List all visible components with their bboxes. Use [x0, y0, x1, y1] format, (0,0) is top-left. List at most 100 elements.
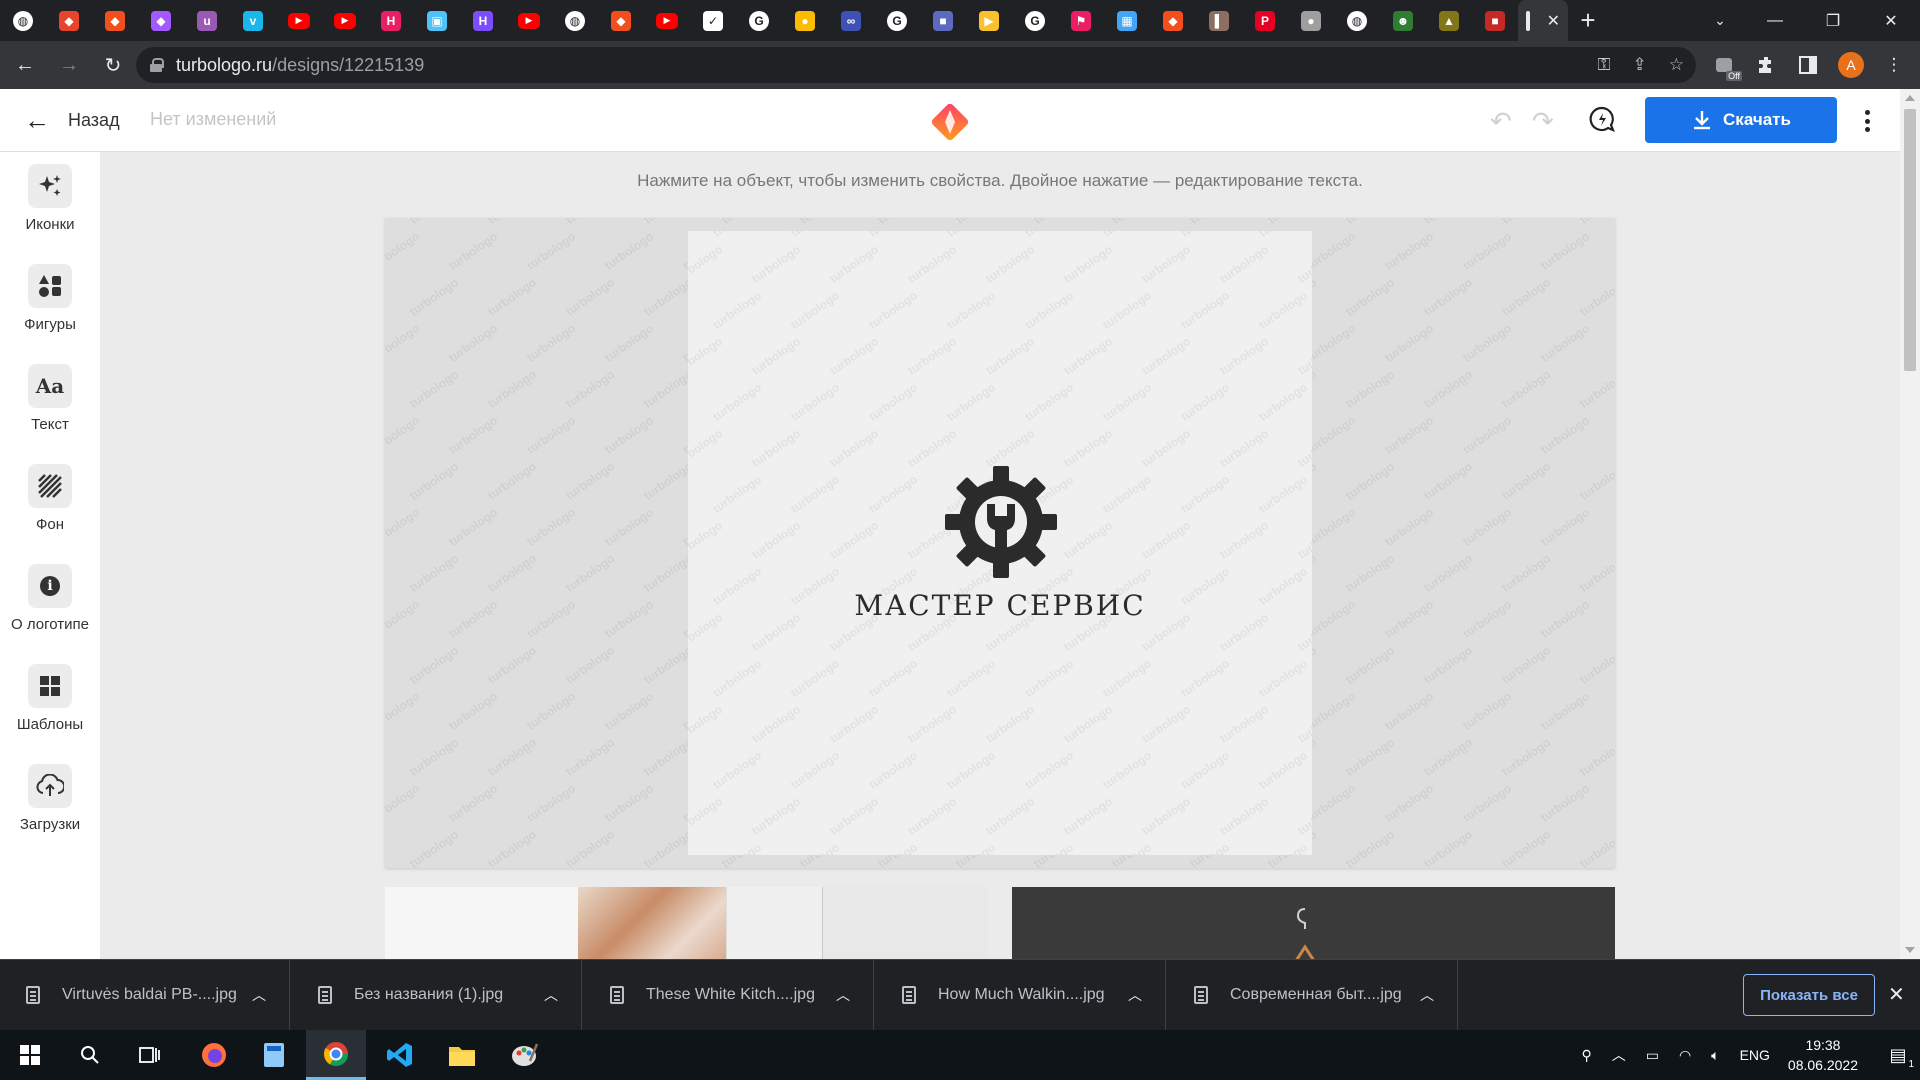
file-explorer-icon[interactable] [432, 1030, 492, 1080]
browser-tab[interactable]: v [230, 0, 276, 41]
share-icon[interactable]: ⇪ [1633, 55, 1647, 75]
close-shelf-icon[interactable]: ✕ [1888, 982, 1905, 1007]
chevron-up-icon[interactable]: ︿ [1128, 985, 1142, 1005]
browser-tab[interactable]: H [460, 0, 506, 41]
restore-icon[interactable]: ❐ [1804, 0, 1862, 41]
sidebar-item-uploads[interactable]: Загрузки [0, 764, 100, 854]
key-icon[interactable]: ⚿ [1598, 55, 1611, 75]
windows-start-icon[interactable] [0, 1030, 60, 1080]
puzzle-icon[interactable] [1754, 53, 1778, 77]
download-item[interactable]: Без названия (1).jpg ︿ [292, 960, 582, 1030]
close-tab-icon[interactable]: ✕ [1547, 11, 1560, 31]
download-item[interactable]: These White Kitch....jpg ︿ [584, 960, 874, 1030]
clock[interactable]: 19:38 08.06.2022 [1788, 1035, 1858, 1075]
firefox-icon[interactable] [184, 1030, 244, 1080]
browser-tab[interactable]: G [1012, 0, 1058, 41]
download-item[interactable]: Virtuvės baldai PB-....jpg ︿ [0, 960, 290, 1030]
profile-avatar[interactable]: A [1838, 52, 1864, 78]
undo-icon[interactable]: ↶ [1490, 106, 1512, 137]
sidebar-item-background[interactable]: Фон [0, 464, 100, 554]
vscode-icon[interactable] [370, 1030, 430, 1080]
browser-tab[interactable]: ● [1288, 0, 1334, 41]
browser-tab[interactable]: G [736, 0, 782, 41]
scroll-down-icon[interactable] [1905, 947, 1915, 953]
address-bar[interactable]: turbologo.ru/designs/12215139 ⚿ ⇪ ☆ [136, 47, 1696, 83]
browser-tab[interactable]: P [1242, 0, 1288, 41]
browser-tab[interactable]: ◆ [138, 0, 184, 41]
language-indicator[interactable]: ENG [1740, 1047, 1770, 1063]
browser-tab[interactable]: ■ [1472, 0, 1518, 41]
notification-center-icon[interactable]: ▤ 1 [1876, 1030, 1920, 1080]
battery-icon[interactable]: ▭ [1646, 1047, 1659, 1064]
show-all-downloads-button[interactable]: Показать все [1743, 974, 1875, 1016]
calculator-icon[interactable] [244, 1030, 304, 1080]
back-button[interactable]: ← Назад [24, 107, 120, 133]
browser-tab[interactable]: ☻ [1380, 0, 1426, 41]
browser-tab[interactable]: ✓ [690, 0, 736, 41]
people-icon[interactable]: ⚲ [1581, 1047, 1591, 1064]
template-preview[interactable] [1012, 887, 1615, 959]
browser-tab[interactable]: ∞ [828, 0, 874, 41]
close-window-icon[interactable]: ✕ [1862, 0, 1920, 41]
menu-kebab-icon[interactable]: ⋮ [1882, 53, 1906, 77]
browser-tab[interactable]: ▦ [1104, 0, 1150, 41]
browser-tab[interactable]: ▌ [1196, 0, 1242, 41]
template-preview[interactable] [385, 887, 988, 959]
paint-icon[interactable] [494, 1030, 554, 1080]
search-icon[interactable] [60, 1030, 120, 1080]
chrome-taskbar-icon[interactable] [306, 1030, 366, 1080]
minimize-icon[interactable]: — [1746, 0, 1804, 41]
sidebar-item-shapes[interactable]: Фигуры [0, 264, 100, 354]
browser-tab[interactable]: ▣ [414, 0, 460, 41]
sidebar-item-icons[interactable]: Иконки [0, 164, 100, 254]
redo-icon[interactable]: ↷ [1532, 106, 1554, 137]
extension-off-icon[interactable]: Off [1712, 53, 1742, 81]
chevron-up-icon[interactable]: ︿ [1612, 1045, 1626, 1065]
gear-wrench-icon[interactable] [945, 466, 1057, 578]
browser-tab[interactable]: ■ [920, 0, 966, 41]
download-button[interactable]: Скачать [1645, 97, 1837, 143]
feedback-chat-icon[interactable] [1588, 105, 1616, 133]
browser-tab[interactable]: u [184, 0, 230, 41]
task-view-icon[interactable] [120, 1030, 180, 1080]
browser-tab[interactable]: ◍ [1334, 0, 1380, 41]
tab-search-icon[interactable]: ⌄ [1700, 0, 1740, 41]
browser-tab[interactable]: ⚑ [1058, 0, 1104, 41]
new-tab-icon[interactable]: + [1568, 0, 1608, 41]
side-panel-icon[interactable] [1796, 53, 1820, 77]
browser-tab[interactable]: ▶ [506, 0, 552, 41]
sidebar-item-about-logo[interactable]: i О логотипе [0, 564, 100, 654]
wifi-icon[interactable]: ◠ [1679, 1047, 1691, 1064]
logo-artboard[interactable]: turbologo turbologo turbologo turbologo turb… [688, 231, 1312, 855]
chevron-up-icon[interactable]: ︿ [836, 985, 850, 1005]
chevron-up-icon[interactable]: ︿ [544, 985, 558, 1005]
more-options-icon[interactable] [1860, 107, 1874, 135]
lock-icon[interactable] [150, 58, 164, 72]
logo-text[interactable]: МАСТЕР СЕРВИС [688, 589, 1312, 622]
browser-tab[interactable]: ◍ [552, 0, 598, 41]
chevron-up-icon[interactable]: ︿ [1420, 985, 1434, 1005]
browser-tab[interactable]: ▲ [1426, 0, 1472, 41]
scrollbar-thumb[interactable] [1904, 109, 1916, 371]
volume-icon[interactable]: 🔈︎ [1711, 1047, 1719, 1064]
scroll-up-icon[interactable] [1905, 95, 1915, 101]
browser-tab[interactable]: ▶ [644, 0, 690, 41]
sidebar-item-templates[interactable]: Шаблоны [0, 664, 100, 754]
turbologo-logo-icon[interactable] [925, 97, 975, 147]
browser-tab[interactable]: ◆ [92, 0, 138, 41]
reload-icon[interactable]: ↻ [94, 46, 132, 84]
download-item[interactable]: Современная быт....jpg ︿ [1168, 960, 1458, 1030]
browser-tab[interactable]: ◍ [0, 0, 46, 41]
sidebar-item-text[interactable]: Aa Текст [0, 364, 100, 454]
chevron-up-icon[interactable]: ︿ [252, 985, 266, 1005]
active-browser-tab[interactable]: ✕ [1518, 0, 1568, 41]
bookmark-star-icon[interactable]: ☆ [1669, 55, 1684, 75]
browser-tab[interactable]: ◆ [598, 0, 644, 41]
vertical-scrollbar[interactable] [1900, 89, 1920, 959]
browser-tab[interactable]: ▶ [966, 0, 1012, 41]
browser-tab[interactable]: ◆ [46, 0, 92, 41]
browser-tab[interactable]: H [368, 0, 414, 41]
browser-tab[interactable]: ▶ [322, 0, 368, 41]
browser-tab[interactable]: ▶ [276, 0, 322, 41]
back-nav-icon[interactable]: ← [6, 46, 44, 84]
